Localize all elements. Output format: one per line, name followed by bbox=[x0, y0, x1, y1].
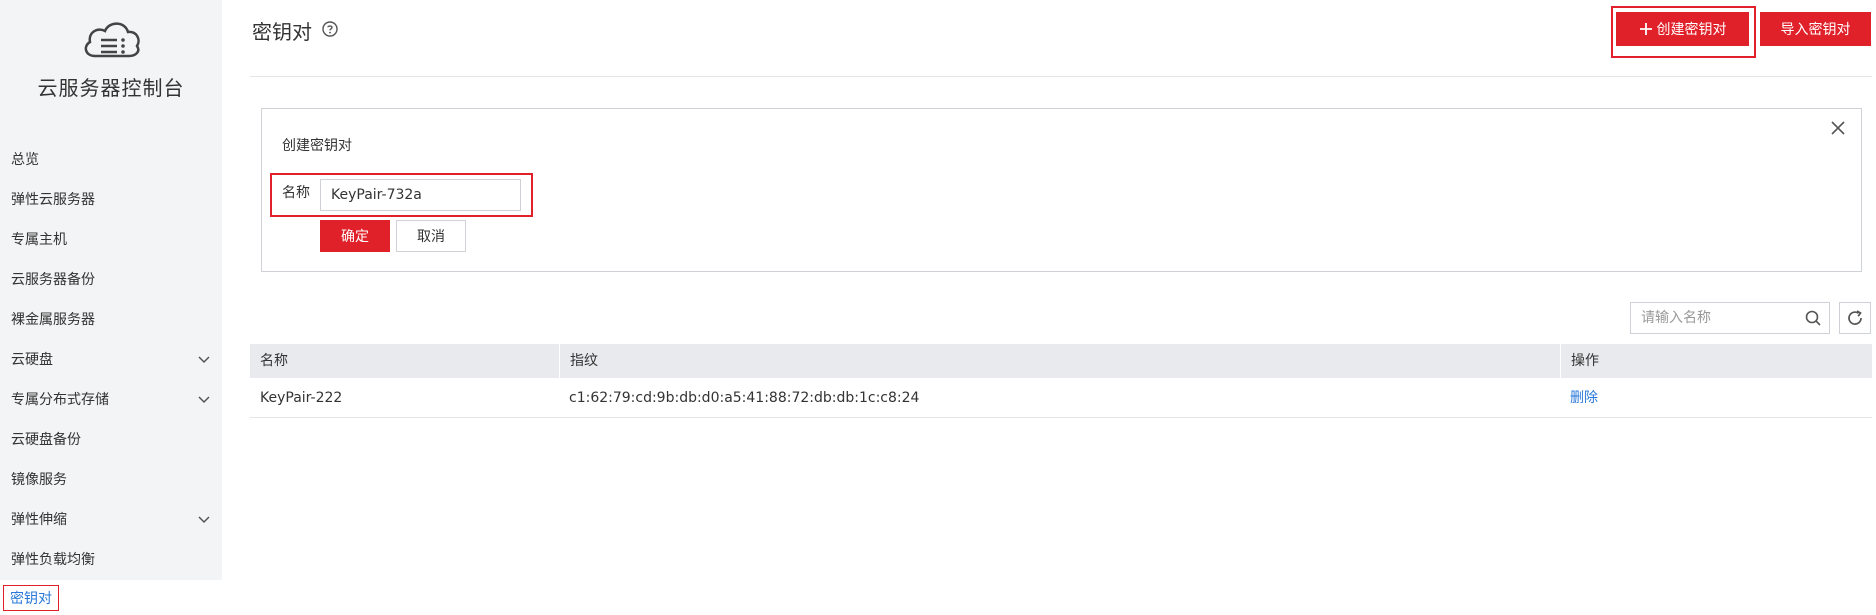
search-box bbox=[1630, 302, 1830, 334]
close-icon[interactable] bbox=[1829, 119, 1847, 137]
sidebar-item-overview[interactable]: 总览 bbox=[0, 140, 222, 180]
sidebar-item-evs[interactable]: 云硬盘 bbox=[0, 340, 222, 380]
cloud-server-icon bbox=[84, 22, 140, 58]
sidebar-item-label: 弹性伸缩 bbox=[11, 512, 67, 528]
sidebar-item-label: 弹性负载均衡 bbox=[11, 552, 95, 568]
fingerprint-cell: c1:62:79:cd:9b:db:d0:a5:41:88:72:db:db:1… bbox=[569, 390, 920, 406]
help-icon[interactable] bbox=[322, 21, 338, 37]
sidebar-item-ecs[interactable]: 弹性云服务器 bbox=[0, 180, 222, 220]
column-header-fingerprint: 指纹 bbox=[559, 344, 1560, 378]
sidebar-item-auto-scaling[interactable]: 弹性伸缩 bbox=[0, 500, 222, 540]
chevron-down-icon bbox=[196, 380, 212, 420]
column-header-name: 名称 bbox=[260, 353, 288, 369]
sidebar-item-ims[interactable]: 镜像服务 bbox=[0, 460, 222, 500]
sidebar-item-label: 总览 bbox=[11, 152, 39, 168]
sidebar-item-dedicated-host[interactable]: 专属主机 bbox=[0, 220, 222, 260]
sidebar: 云服务器控制台 总览 弹性云服务器 专属主机 云服务器备份 裸金属服务器 云硬盘… bbox=[0, 0, 222, 580]
keypair-name-input[interactable] bbox=[320, 179, 521, 211]
chevron-down-icon bbox=[196, 500, 212, 540]
create-keypair-panel: 创建密钥对 名称 确定 取消 bbox=[261, 108, 1862, 272]
plus-icon bbox=[1639, 23, 1652, 35]
search-icon[interactable] bbox=[1805, 310, 1821, 326]
sidebar-item-label: 云硬盘 bbox=[11, 352, 53, 368]
refresh-icon bbox=[1848, 310, 1862, 325]
table-row: KeyPair-222 c1:62:79:cd:9b:db:d0:a5:41:8… bbox=[250, 378, 1872, 418]
delete-link[interactable]: 删除 bbox=[1570, 390, 1598, 406]
sidebar-item-bare-metal[interactable]: 裸金属服务器 bbox=[0, 300, 222, 340]
column-header-operation: 操作 bbox=[1560, 344, 1872, 378]
sidebar-item-label: 云服务器备份 bbox=[11, 272, 95, 288]
keypair-name-cell: KeyPair-222 bbox=[260, 390, 343, 406]
sidebar-item-label: 镜像服务 bbox=[11, 472, 67, 488]
search-input[interactable] bbox=[1631, 303, 1791, 333]
sidebar-title: 云服务器控制台 bbox=[37, 76, 185, 100]
sidebar-item-label: 专属主机 bbox=[11, 232, 67, 248]
name-label: 名称 bbox=[282, 185, 310, 201]
sidebar-item-label: 裸金属服务器 bbox=[11, 312, 95, 328]
panel-title: 创建密钥对 bbox=[282, 138, 352, 154]
sidebar-item-server-backup[interactable]: 云服务器备份 bbox=[0, 260, 222, 300]
cancel-button[interactable]: 取消 bbox=[396, 220, 466, 252]
chevron-down-icon bbox=[196, 340, 212, 380]
create-keypair-label: 创建密钥对 bbox=[1656, 21, 1727, 37]
sidebar-item-label: 云硬盘备份 bbox=[11, 432, 81, 448]
refresh-button[interactable] bbox=[1839, 302, 1871, 334]
sidebar-item-dss[interactable]: 专属分布式存储 bbox=[0, 380, 222, 420]
table-header: 名称 指纹 操作 bbox=[250, 344, 1872, 378]
sidebar-item-elb[interactable]: 弹性负载均衡 bbox=[0, 540, 222, 580]
operation-cell: 删除 bbox=[1560, 378, 1872, 417]
import-keypair-button[interactable]: 导入密钥对 bbox=[1760, 12, 1871, 46]
page-title: 密钥对 bbox=[252, 20, 312, 44]
keypair-table: 名称 指纹 操作 KeyPair-222 c1:62:79:cd:9b:db:d… bbox=[250, 344, 1872, 418]
sidebar-item-label: 专属分布式存储 bbox=[11, 392, 109, 408]
sidebar-item-keypair[interactable]: 密钥对 bbox=[3, 585, 59, 611]
sidebar-item-vbs[interactable]: 云硬盘备份 bbox=[0, 420, 222, 460]
create-keypair-button[interactable]: 创建密钥对 bbox=[1616, 12, 1749, 46]
sidebar-logo: 云服务器控制台 bbox=[0, 18, 222, 108]
header-divider bbox=[250, 76, 1872, 77]
sidebar-item-label: 弹性云服务器 bbox=[11, 192, 95, 208]
confirm-button[interactable]: 确定 bbox=[320, 220, 390, 252]
sidebar-nav: 总览 弹性云服务器 专属主机 云服务器备份 裸金属服务器 云硬盘 专属分布式存储… bbox=[0, 140, 222, 580]
